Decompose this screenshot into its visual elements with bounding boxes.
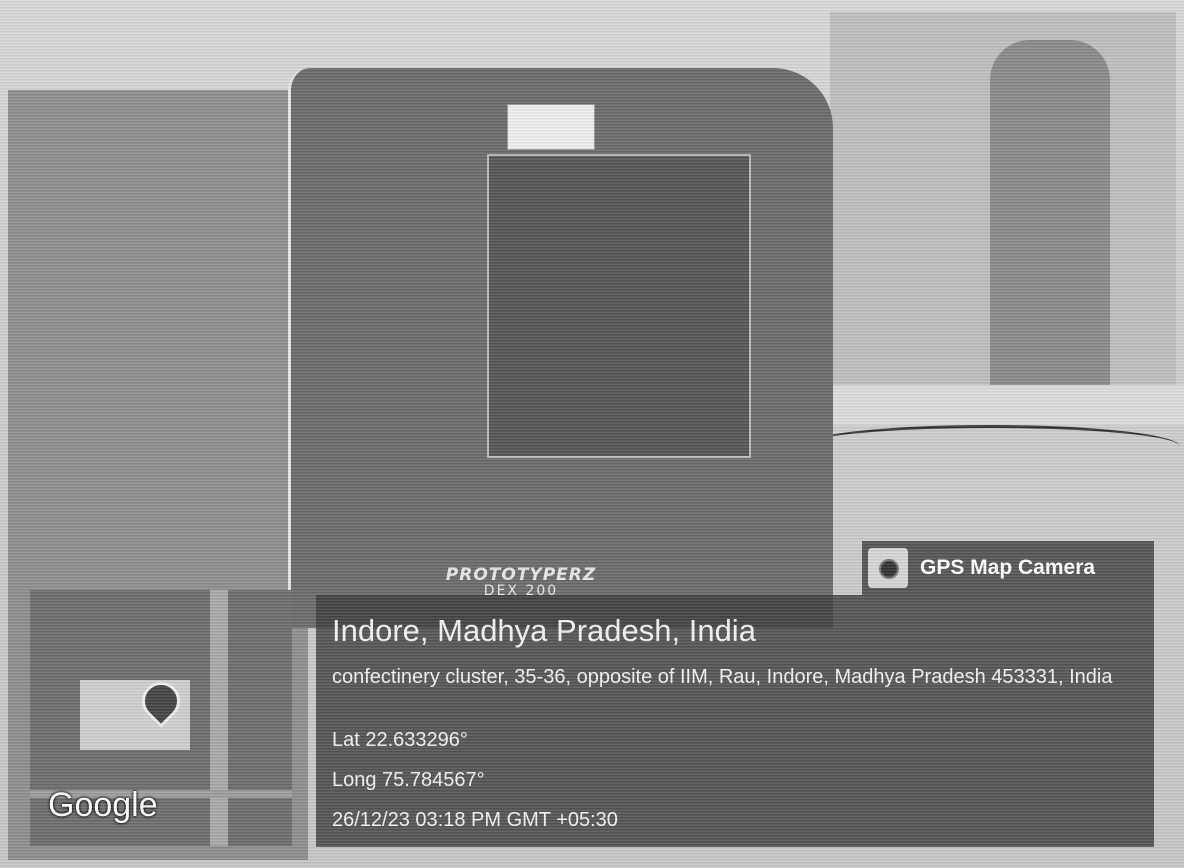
machine-brand: PROTOTYPERZ [445,565,597,585]
gps-map-camera-tag: GPS Map Camera [862,541,1154,595]
machine-sticker [507,104,595,150]
tree [990,40,1110,400]
gps-tag-title: GPS Map Camera [920,556,1096,579]
3d-printer-machine: PROTOTYPERZ DEX 200 [288,68,833,628]
location-info-panel: Indore, Madhya Pradesh, India confectine… [316,595,1154,847]
location-longitude: Long 75.784567° [332,769,485,791]
location-latitude: Lat 22.633296° [332,729,468,751]
google-logo: Google [48,786,158,824]
photo: PROTOTYPERZ DEX 200 Google GPS Map Camer… [0,0,1184,868]
print-chamber [487,154,751,458]
machine-branding: PROTOTYPERZ DEX 200 [421,565,621,599]
location-datetime: 26/12/23 03:18 PM GMT +05:30 [332,809,618,831]
map-thumbnail: Google [30,590,292,846]
location-city: Indore, Madhya Pradesh, India [332,613,756,648]
location-address: confectinery cluster, 35-36, opposite of… [332,666,1113,688]
map-road [210,590,228,846]
window-sill [800,385,1184,425]
cable [800,425,1180,468]
camera-icon [868,548,908,588]
